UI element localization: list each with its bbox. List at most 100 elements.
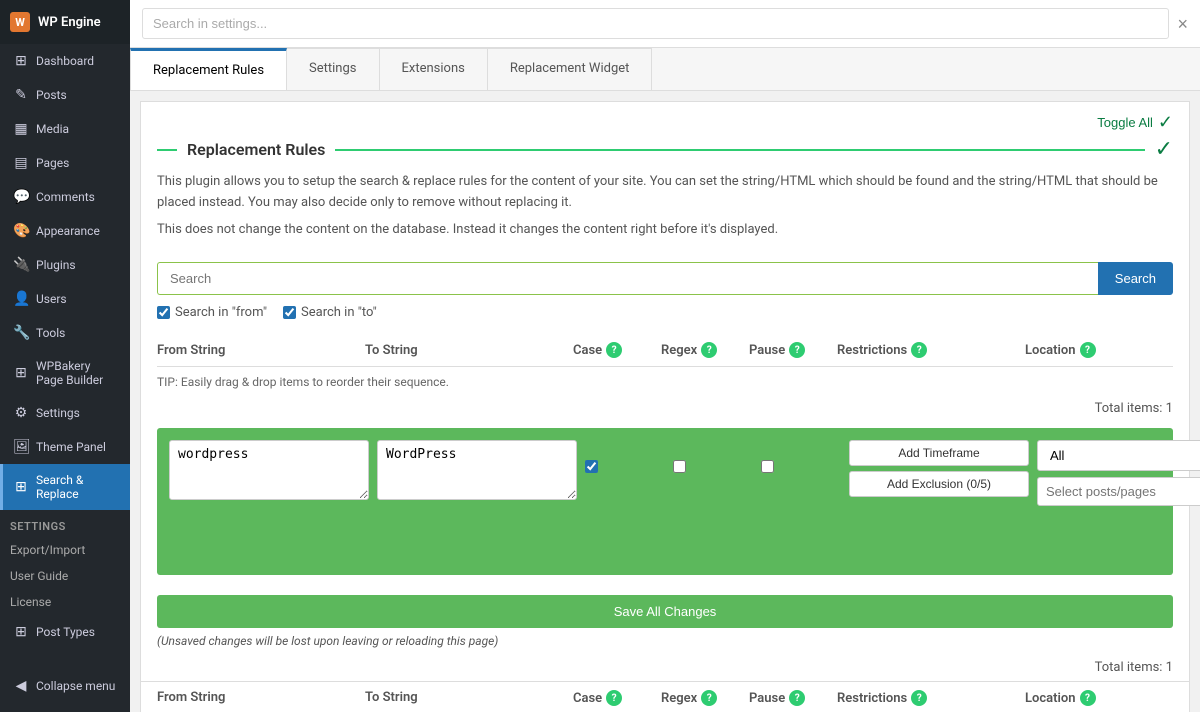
to-string-input[interactable]: WordPress [377,440,577,500]
search-from-text: Search in "from" [175,305,267,320]
appearance-icon: 🎨 [13,223,29,239]
total-items-top: Total items: 1 [157,397,1173,420]
sidebar-item-tools[interactable]: 🔧 Tools [0,316,130,350]
collapse-label: Collapse menu [36,679,115,693]
tip-text: TIP: Easily drag & drop items to reorder… [157,375,449,389]
sidebar-item-theme-panel[interactable]: 🖼 Theme Panel [0,430,130,464]
bth-regex: Regex ? [661,690,741,706]
bth-pause: Pause ? [749,690,829,706]
restrictions-help-icon[interactable]: ? [911,342,927,358]
sidebar-item-label: Comments [36,190,95,204]
bth-to-string: To String [365,690,565,706]
dashboard-icon: ⊞ [13,53,29,69]
pause-cell [761,440,841,477]
sidebar-item-collapse[interactable]: ◀ Collapse menu [0,669,130,703]
search-close-button[interactable]: × [1177,15,1188,33]
sidebar: W WP Engine ⊞ Dashboard ✎ Posts ▦ Media … [0,0,130,712]
table-header: From String To String Case ? Regex ? Pau… [157,334,1173,367]
bth-case: Case ? [573,690,653,706]
location-all-select[interactable]: All [1037,440,1200,471]
th-from-string-label: From String [157,343,225,358]
case-checkbox[interactable] [585,460,598,473]
th-restrictions-label: Restrictions [837,343,907,358]
tab-settings[interactable]: Settings [286,48,379,90]
th-to-string: To String [365,342,565,358]
bottom-table-header: From String To String Case ? Regex ? Pau… [141,681,1189,712]
comments-icon: 💬 [13,189,29,205]
th-from-string: From String [157,342,357,358]
sidebar-sub-license[interactable]: License [0,589,130,615]
bth-from-string: From String [157,690,357,706]
sidebar-item-label: Plugins [36,258,76,272]
add-timeframe-button[interactable]: Add Timeframe [849,440,1029,466]
sidebar-item-wpbakery[interactable]: ⊞ WPBakery Page Builder [0,350,130,396]
description-para-2: This does not change the content on the … [157,220,1173,241]
toggle-all-row: Toggle All ✓ [141,102,1189,137]
sidebar-item-dashboard[interactable]: ⊞ Dashboard [0,44,130,78]
theme-panel-icon: 🖼 [13,439,29,455]
tab-replacement-rules[interactable]: Replacement Rules [130,48,287,90]
location-help-icon[interactable]: ? [1080,342,1096,358]
sidebar-item-media[interactable]: ▦ Media [0,112,130,146]
pause-help-icon[interactable]: ? [789,342,805,358]
settings-search-input[interactable] [142,8,1169,39]
th-pause-label: Pause [749,343,785,358]
unsaved-note: (Unsaved changes will be lost upon leavi… [157,634,1173,648]
from-string-input[interactable]: wordpress [169,440,369,500]
section-chevron-icon: ✓ [1155,137,1173,162]
case-help-icon[interactable]: ? [606,342,622,358]
sidebar-item-settings[interactable]: ⚙ Settings [0,396,130,430]
th-location: Location ? [1025,342,1200,358]
bth-location-help-icon[interactable]: ? [1080,690,1096,706]
sidebar-item-appearance[interactable]: 🎨 Appearance [0,214,130,248]
search-from-label[interactable]: Search in "from" [157,305,267,320]
users-icon: 👤 [13,291,29,307]
regex-help-icon[interactable]: ? [701,342,717,358]
rules-search-button[interactable]: Search [1098,262,1173,295]
collapse-icon: ◀ [13,678,29,694]
sidebar-item-pages[interactable]: ▤ Pages [0,146,130,180]
add-exclusion-button[interactable]: Add Exclusion (0/5) [849,471,1029,497]
rule-row-wrap: wordpress WordPress [157,428,1173,575]
pause-checkbox[interactable] [761,460,774,473]
sidebar-sub-userguide[interactable]: User Guide [0,563,130,589]
bth-location: Location ? [1025,690,1200,706]
sidebar-item-label: Search & Replace [36,473,120,501]
sidebar-logo-text: WP Engine [38,15,101,30]
tab-extensions[interactable]: Extensions [379,48,488,90]
search-from-checkbox[interactable] [157,306,170,319]
bth-pause-help-icon[interactable]: ? [789,690,805,706]
save-all-changes-button[interactable]: Save All Changes [157,595,1173,628]
rules-search-input[interactable] [157,262,1098,295]
sidebar-item-post-types[interactable]: ⊞ Post Types [0,615,130,649]
from-string-cell: wordpress [169,440,369,504]
bth-case-help-icon[interactable]: ? [606,690,622,706]
toggle-all-label: Toggle All [1097,115,1153,130]
sidebar-item-comments[interactable]: 💬 Comments [0,180,130,214]
search-to-text: Search in "to" [301,305,377,320]
top-search-bar: × [130,0,1200,48]
th-regex: Regex ? [661,342,741,358]
th-to-string-label: To String [365,343,418,358]
sidebar-item-users[interactable]: 👤 Users [0,282,130,316]
sidebar-sub-export[interactable]: Export/Import [0,537,130,563]
tab-replacement-widget[interactable]: Replacement Widget [487,48,653,90]
sidebar-item-posts[interactable]: ✎ Posts [0,78,130,112]
bth-restrictions-help-icon[interactable]: ? [911,690,927,706]
sidebar-item-plugins[interactable]: 🔌 Plugins [0,248,130,282]
toggle-all-button[interactable]: Toggle All ✓ [1097,112,1173,133]
bth-restrictions: Restrictions ? [837,690,1017,706]
sidebar-item-search-replace[interactable]: ⊞ Search & Replace [0,464,130,510]
content-area: Toggle All ✓ Replacement Rules ✓ This pl… [140,101,1190,712]
sidebar-item-label: Users [36,292,67,306]
th-restrictions: Restrictions ? [837,342,1017,358]
search-to-checkbox[interactable] [283,306,296,319]
location-pages-input[interactable] [1037,477,1200,506]
th-pause: Pause ? [749,342,829,358]
sidebar-item-label: Pages [36,156,69,170]
search-to-label[interactable]: Search in "to" [283,305,377,320]
toggle-chevron-icon: ✓ [1158,112,1173,133]
regex-checkbox[interactable] [673,460,686,473]
search-replace-icon: ⊞ [13,479,29,495]
bth-regex-help-icon[interactable]: ? [701,690,717,706]
